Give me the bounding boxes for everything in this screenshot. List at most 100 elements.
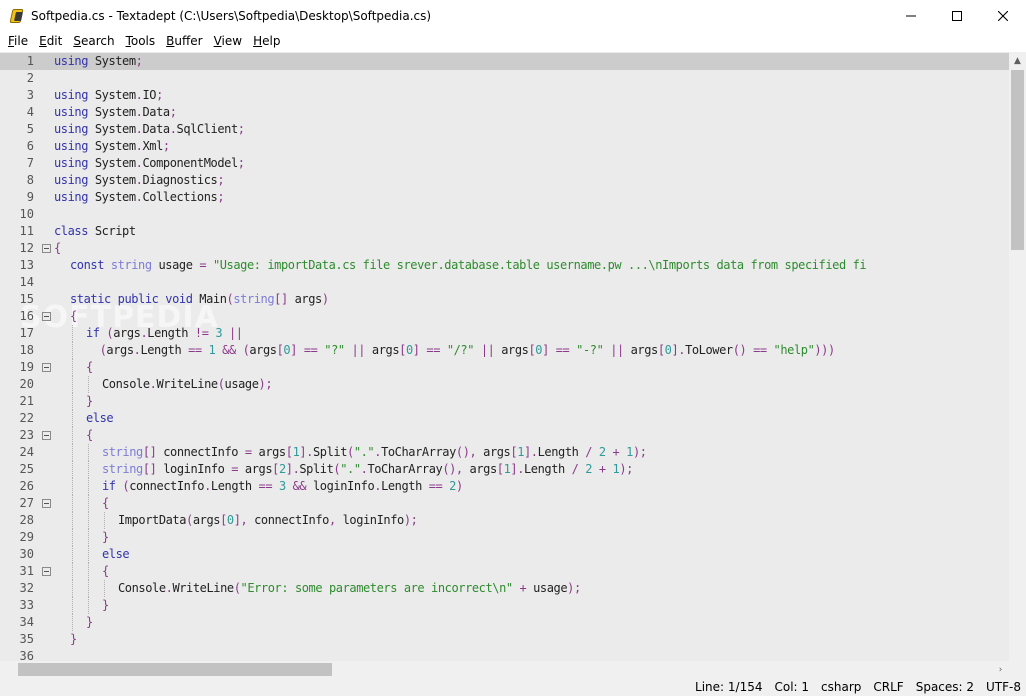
fold-marker-icon[interactable] [42,363,51,372]
line-number[interactable]: 30 [0,546,34,563]
code-line[interactable]: 21} [0,393,1009,410]
code-line[interactable]: 12 { [0,240,1009,257]
code-line[interactable]: 18 (args.Length == 1 && (args[0] == "?" … [0,342,1009,359]
line-number[interactable]: 31 [0,563,34,580]
code-line[interactable]: 20 Console.WriteLine(usage); [0,376,1009,393]
line-number[interactable]: 22 [0,410,34,427]
fold-marker-icon[interactable] [42,244,51,253]
line-number[interactable]: 3 [0,87,34,104]
code-line[interactable]: 9 using System.Collections; [0,189,1009,206]
code-line[interactable]: 24 string[] connectInfo = args[1].Split("… [0,444,1009,461]
code-line[interactable]: 31 { [0,563,1009,580]
status-indentation[interactable]: Spaces: 2 [916,680,974,694]
line-number[interactable]: 33 [0,597,34,614]
code-line[interactable]: 15 static public void Main(string[] args) [0,291,1009,308]
status-eol[interactable]: CRLF [873,680,903,694]
line-number[interactable]: 5 [0,121,34,138]
menu-file[interactable]: File [2,31,33,52]
line-number[interactable]: 6 [0,138,34,155]
code-line[interactable]: 11 class Script [0,223,1009,240]
menu-tools[interactable]: Tools [120,31,161,52]
fold-marker-icon[interactable] [42,499,51,508]
fold-marker-icon[interactable] [42,312,51,321]
line-number[interactable]: 29 [0,529,34,546]
code-line[interactable]: 28 ImportData(args[0], connectInfo, login… [0,512,1009,529]
code-line[interactable]: 2 [0,70,1009,87]
fold-marker-icon[interactable] [42,431,51,440]
line-number[interactable]: 23 [0,427,34,444]
menu-edit[interactable]: Edit [33,31,67,52]
code-line[interactable]: 1 using System; [0,53,1009,70]
code-line[interactable]: 3 using System.IO; [0,87,1009,104]
line-number[interactable]: 20 [0,376,34,393]
line-number[interactable]: 24 [0,444,34,461]
fold-marker-icon[interactable] [42,567,51,576]
horizontal-scroll-thumb[interactable] [18,663,332,676]
code-line[interactable]: 8 using System.Diagnostics; [0,172,1009,189]
code-line[interactable]: 36 [0,648,1009,661]
code-line[interactable]: 34} [0,614,1009,631]
line-number[interactable]: 4 [0,104,34,121]
status-encoding[interactable]: UTF-8 [986,680,1021,694]
scroll-up-arrow-icon[interactable]: ▲ [1009,52,1026,69]
line-number[interactable]: 15 [0,291,34,308]
scroll-right-arrow-icon[interactable]: › [992,661,1009,678]
code-line[interactable]: 16 { [0,308,1009,325]
line-number[interactable]: 28 [0,512,34,529]
line-number[interactable]: 9 [0,189,34,206]
line-number[interactable]: 34 [0,614,34,631]
line-number[interactable]: 25 [0,461,34,478]
line-number[interactable]: 21 [0,393,34,410]
line-number[interactable]: 27 [0,495,34,512]
line-number[interactable]: 17 [0,325,34,342]
line-number[interactable]: 11 [0,223,34,240]
horizontal-scrollbar[interactable]: › [0,661,1009,678]
minimize-button[interactable] [888,0,934,31]
close-button[interactable] [980,0,1026,31]
code-line[interactable]: 14 [0,274,1009,291]
code-line[interactable]: 33} [0,597,1009,614]
line-number[interactable]: 7 [0,155,34,172]
code-line[interactable]: 23 { [0,427,1009,444]
line-number[interactable]: 18 [0,342,34,359]
menu-buffer[interactable]: Buffer [160,31,207,52]
code-line[interactable]: 27 { [0,495,1009,512]
line-number[interactable]: 8 [0,172,34,189]
line-number[interactable]: 19 [0,359,34,376]
code-line[interactable]: 19 { [0,359,1009,376]
code-line[interactable]: 4 using System.Data; [0,104,1009,121]
line-number[interactable]: 10 [0,206,34,223]
maximize-button[interactable] [934,0,980,31]
code-line[interactable]: 26 if (connectInfo.Length == 3 && loginIn… [0,478,1009,495]
menu-help[interactable]: Help [247,31,285,52]
vertical-scroll-thumb[interactable] [1011,70,1024,250]
line-number[interactable]: 16 [0,308,34,325]
line-number[interactable]: 32 [0,580,34,597]
code-editor[interactable]: SOFTPEDIA 1 using System; 2 3 using System.I… [0,52,1009,661]
code-line[interactable]: 22 else [0,410,1009,427]
line-number[interactable]: 1 [0,53,34,70]
code-line[interactable]: 7 using System.ComponentModel; [0,155,1009,172]
line-number[interactable]: 2 [0,70,34,87]
code-line[interactable]: 25 string[] loginInfo = args[2].Split("."… [0,461,1009,478]
code-line[interactable]: 32 Console.WriteLine("Error: some paramet… [0,580,1009,597]
code-token: || [228,326,243,340]
line-number[interactable]: 13 [0,257,34,274]
code-line[interactable]: 13 const string usage = "Usage: importDat… [0,257,1009,274]
code-line[interactable]: 29} [0,529,1009,546]
line-number[interactable]: 12 [0,240,34,257]
line-number[interactable]: 35 [0,631,34,648]
line-number[interactable]: 26 [0,478,34,495]
menu-view[interactable]: View [208,31,247,52]
code-line[interactable]: 17 if (args.Length != 3 || [0,325,1009,342]
vertical-scrollbar[interactable]: ▲ [1009,52,1026,661]
code-line[interactable]: 35} [0,631,1009,648]
code-line[interactable]: 5 using System.Data.SqlClient; [0,121,1009,138]
code-line[interactable]: 10 [0,206,1009,223]
code-line[interactable]: 6 using System.Xml; [0,138,1009,155]
menu-search[interactable]: Search [67,31,119,52]
line-number[interactable]: 14 [0,274,34,291]
code-line[interactable]: 30 else [0,546,1009,563]
status-lexer[interactable]: csharp [821,680,861,694]
line-number[interactable]: 36 [0,648,34,661]
